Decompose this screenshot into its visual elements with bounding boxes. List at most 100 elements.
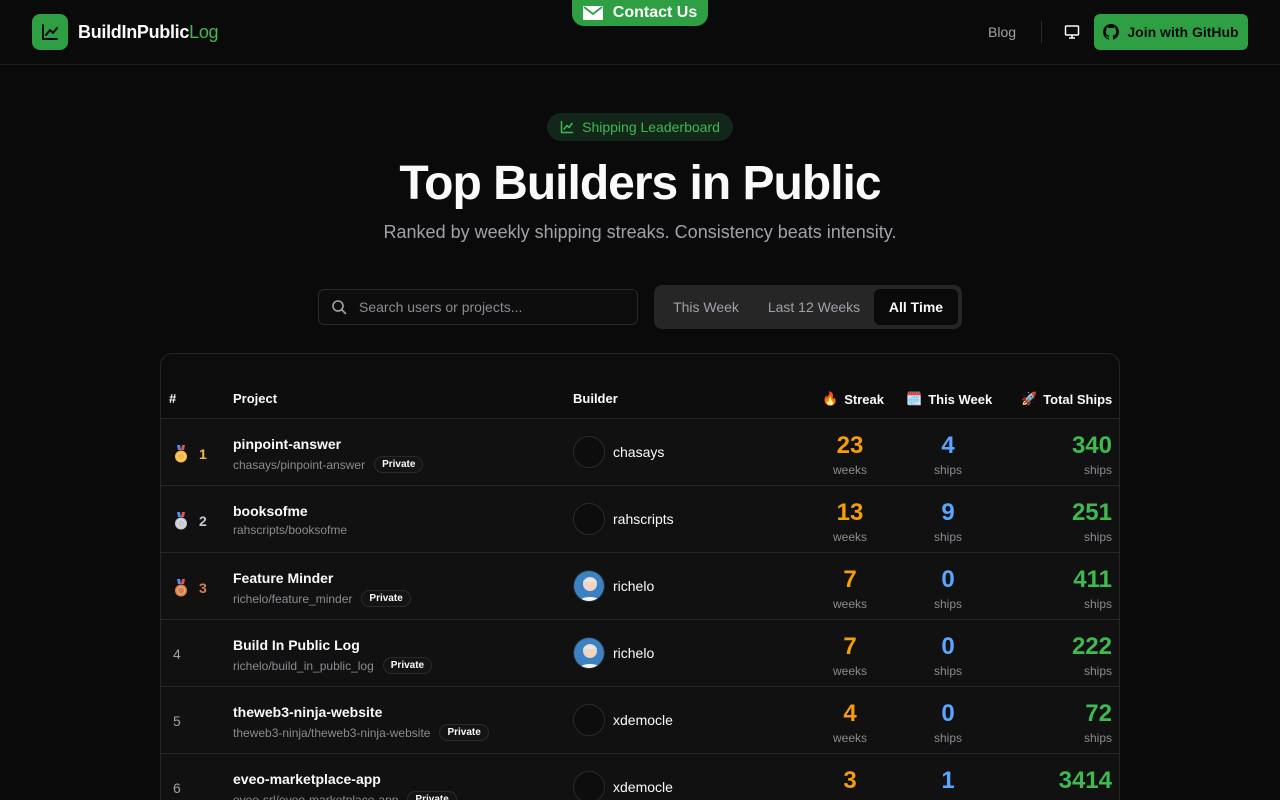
table-row[interactable]: 2 booksofme rahscripts/booksofme rahscripts… [161, 486, 1119, 553]
contact-us-label: Contact Us [612, 4, 698, 21]
project-name-link[interactable]: Feature Minder [233, 570, 333, 586]
header-streak: 🔥 Streak [822, 391, 884, 407]
leaderboard-badge-label: Shipping Leaderboard [582, 119, 720, 135]
rank-number: 6 [173, 780, 181, 796]
table-row[interactable]: 5 theweb3-ninja-website theweb3-ninja/thew… [161, 687, 1119, 754]
total-ships-unit: ships [1083, 731, 1112, 745]
private-badge: Private [374, 456, 424, 473]
streak-unit: weeks [832, 530, 867, 544]
streak-stat: 4 weeks [810, 700, 890, 745]
rank-cell: 3 [173, 579, 207, 597]
rank-cell: 6 [173, 780, 181, 796]
header-total-ships: 🚀 Total Ships [1021, 391, 1112, 407]
nav-blog-link[interactable]: Blog [988, 24, 1016, 40]
monitor-icon[interactable] [1062, 22, 1082, 42]
project-name-link[interactable]: eveo-marketplace-app [233, 771, 381, 787]
brand-name-main: BuildInPublic [78, 21, 190, 42]
total-ships-value: 411 [1073, 566, 1112, 593]
streak-stat: 23 weeks [810, 432, 890, 477]
streak-value: 7 [843, 633, 857, 660]
rank-number: 4 [173, 646, 181, 662]
join-github-button[interactable]: Join with GitHub [1094, 14, 1248, 50]
project-name-link[interactable]: theweb3-ninja-website [233, 704, 382, 720]
private-badge: Private [382, 657, 433, 674]
builder-name-link[interactable]: richelo [613, 578, 654, 594]
private-badge: Private [439, 724, 489, 741]
builder-name-link[interactable]: xdemocle [613, 712, 673, 728]
rank-number: 5 [173, 713, 181, 729]
tab-last-12-weeks[interactable]: Last 12 Weeks [754, 289, 874, 325]
total-ships-stat: 340 ships [1031, 432, 1112, 477]
avatar[interactable] [573, 704, 605, 736]
mail-icon [582, 6, 603, 20]
brand-name-accent: Log [189, 21, 219, 42]
total-ships-stat: 3414ships [1031, 767, 1112, 800]
table-row[interactable]: 3 Feature Minder richelo/feature_minder Pri… [161, 553, 1119, 620]
contact-us-button[interactable]: Contact Us [572, 0, 708, 26]
brand[interactable]: BuildInPublicLog [32, 14, 219, 50]
avatar[interactable] [573, 570, 605, 602]
project-repo: richelo/build_in_public_log [233, 658, 374, 673]
fire-icon: 🔥 [822, 391, 839, 406]
project-name-link[interactable]: pinpoint-answer [233, 436, 341, 452]
time-range-tabs: This Week Last 12 Weeks All Time [654, 285, 962, 329]
rank-cell: 4 [173, 646, 181, 662]
total-ships-value: 340 [1071, 432, 1112, 459]
this-week-unit: ships [933, 731, 962, 745]
total-ships-stat: 251 ships [1031, 499, 1112, 544]
header-total-label: Total Ships [1043, 391, 1113, 407]
search-input[interactable] [359, 299, 619, 315]
medal-bronze-icon [175, 579, 187, 597]
project-repo: theweb3-ninja/theweb3-ninja-website [233, 725, 431, 740]
total-ships-stat: 222 ships [1031, 633, 1112, 678]
join-github-label: Join with GitHub [1127, 24, 1239, 40]
project-meta: chasays/pinpoint-answer Private [233, 456, 424, 473]
table-row[interactable]: 6 eveo-marketplace-app eveo-srl/eveo-marke… [161, 754, 1119, 800]
project-repo: richelo/feature_minder [233, 591, 353, 606]
builder-name-link[interactable]: xdemocle [613, 779, 673, 795]
total-ships-unit: ships [1083, 664, 1112, 678]
total-ships-value: 222 [1071, 633, 1112, 660]
project-name-link[interactable]: Build In Public Log [233, 637, 360, 653]
builder-name-link[interactable]: rahscripts [613, 511, 674, 527]
builder-name-link[interactable]: chasays [613, 444, 664, 460]
this-week-stat: 0 ships [908, 633, 988, 678]
total-ships-value: 3414 [1058, 767, 1112, 794]
github-icon [1103, 24, 1120, 40]
calendar-icon: 🗓️ [906, 391, 923, 406]
rank-cell: 1 [173, 445, 207, 463]
avatar[interactable] [573, 771, 605, 800]
total-ships-unit: ships [1083, 597, 1112, 611]
streak-value: 3 [843, 767, 857, 794]
rocket-icon: 🚀 [1021, 391, 1038, 406]
page-title: Top Builders in Public [399, 157, 881, 210]
project-name-link[interactable]: booksofme [233, 503, 308, 519]
this-week-stat: 0 ships [908, 566, 988, 611]
tab-this-week[interactable]: This Week [658, 289, 754, 325]
total-ships-value: 251 [1071, 499, 1112, 526]
this-week-value: 0 [941, 700, 955, 727]
this-week-value: 9 [941, 499, 955, 526]
avatar[interactable] [573, 436, 605, 468]
nav-divider [1041, 21, 1042, 43]
this-week-unit: ships [933, 463, 962, 477]
header-rank: # [169, 391, 177, 406]
this-week-stat: 9 ships [908, 499, 988, 544]
top-nav: BuildInPublicLog Contact Us Blog Join wi… [0, 0, 1280, 65]
tab-all-time[interactable]: All Time [874, 289, 958, 325]
streak-value: 23 [836, 432, 864, 459]
medal-silver-icon [175, 512, 187, 530]
total-ships-unit: ships [1083, 463, 1112, 477]
this-week-unit: ships [933, 664, 962, 678]
total-ships-stat: 72 ships [1031, 700, 1112, 745]
streak-unit: weeks [832, 664, 867, 678]
streak-value: 4 [843, 700, 857, 727]
builder-name-link[interactable]: richelo [613, 645, 654, 661]
chart-line-icon [32, 14, 68, 50]
this-week-value: 4 [941, 432, 955, 459]
avatar[interactable] [573, 503, 605, 535]
table-row[interactable]: 4 Build In Public Log richelo/build_in_pub… [161, 620, 1119, 687]
table-row[interactable]: 1 pinpoint-answer chasays/pinpoint-answer P… [161, 419, 1119, 486]
this-week-unit: ships [933, 597, 962, 611]
avatar[interactable] [573, 637, 605, 669]
